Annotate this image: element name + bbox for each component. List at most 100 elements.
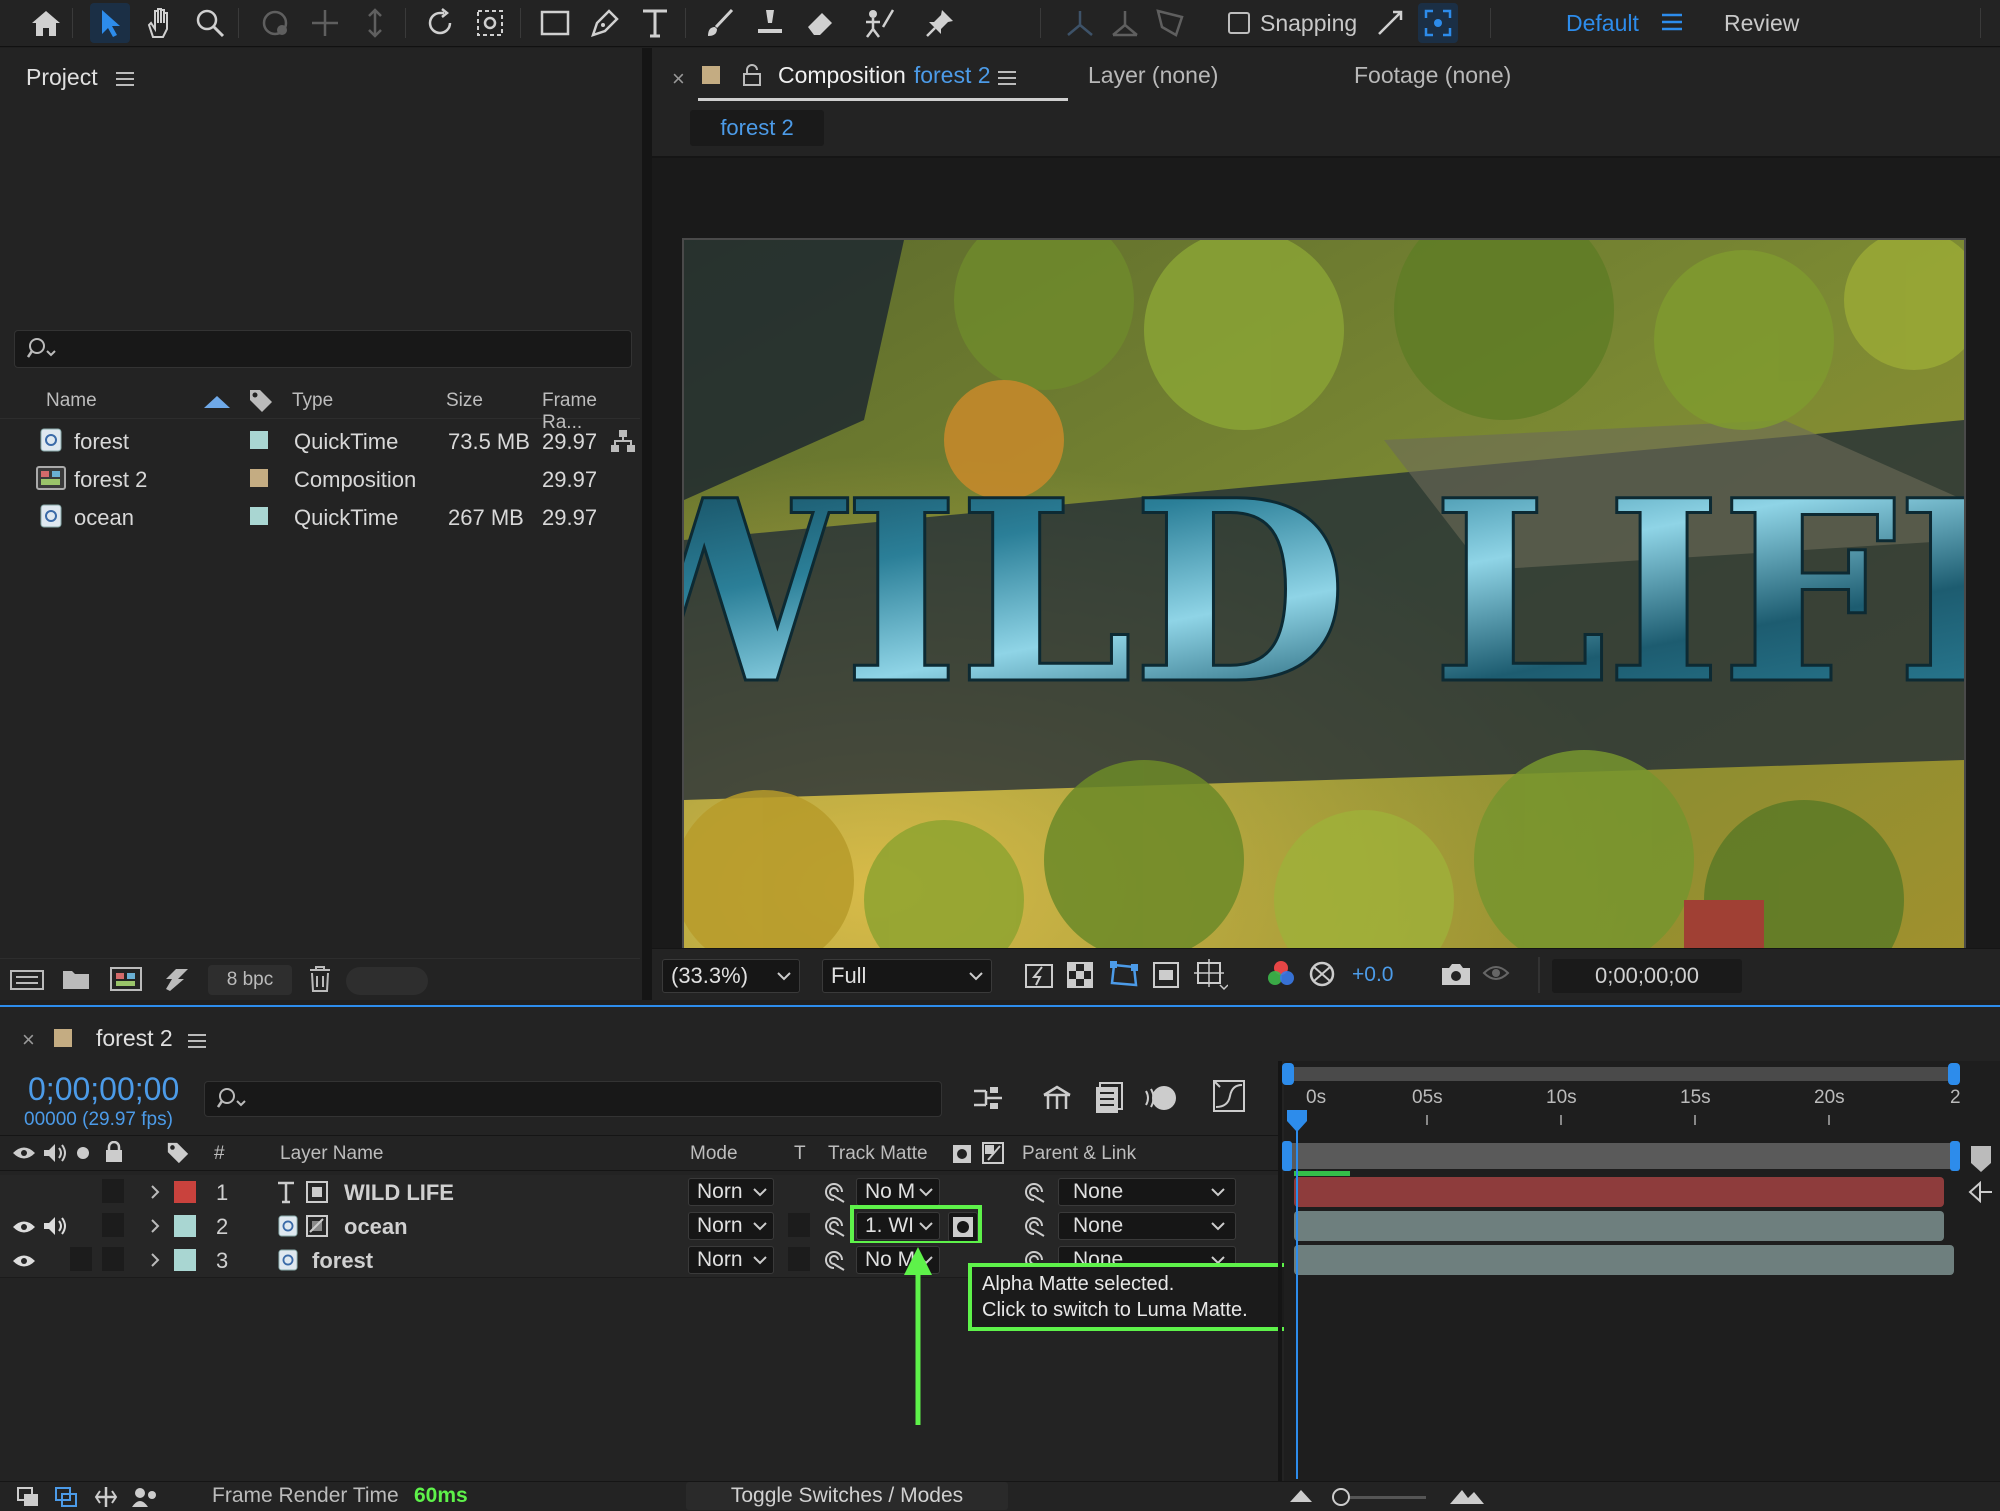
label-tag-icon[interactable] <box>166 1141 190 1165</box>
new-folder-icon[interactable] <box>62 967 90 991</box>
selection-tool-icon[interactable] <box>90 3 130 43</box>
channels-icon[interactable] <box>1266 959 1296 991</box>
local-axis-mode-icon[interactable] <box>1060 3 1100 43</box>
magnification-dropdown[interactable]: (33.3%) <box>662 959 800 993</box>
render-time-pane-icon[interactable] <box>130 1485 158 1509</box>
show-snapshot-icon[interactable] <box>1480 959 1512 987</box>
transparency-grid-icon[interactable] <box>1066 961 1094 989</box>
solo-switch[interactable] <box>70 1247 92 1271</box>
layer-bar-1[interactable] <box>1294 1177 1944 1207</box>
parent-pickwhip-icon[interactable] <box>1022 1214 1046 1238</box>
project-item-forest-2[interactable]: forest 2 Composition 29.97 <box>0 459 640 497</box>
audio-header-icon[interactable] <box>42 1142 68 1164</box>
flowchart-icon[interactable] <box>610 429 636 453</box>
label-color-swatch[interactable] <box>250 431 268 449</box>
layer-label-swatch[interactable] <box>174 1181 196 1203</box>
snapping-options-icon[interactable] <box>1370 3 1410 43</box>
dolly-camera-icon[interactable] <box>355 3 395 43</box>
blend-mode-dropdown[interactable]: Norn <box>688 1178 774 1206</box>
rotation-tool-icon[interactable] <box>420 3 460 43</box>
roto-brush-tool-icon[interactable] <box>860 3 900 43</box>
close-tab-icon[interactable]: × <box>672 66 685 92</box>
tab-footage[interactable]: Footage (none) <box>1354 62 1511 89</box>
hand-tool-icon[interactable] <box>140 3 180 43</box>
snapshot-camera-icon[interactable] <box>1440 961 1472 987</box>
project-item-ocean[interactable]: ocean QuickTime 267 MB 29.97 <box>0 497 640 535</box>
puppet-pin-tool-icon[interactable] <box>920 3 960 43</box>
tab-composition[interactable]: Composition forest 2 <box>778 62 991 89</box>
lock-switch[interactable] <box>102 1247 124 1271</box>
toggle-switches-modes-button[interactable]: Toggle Switches / Modes <box>686 1482 1008 1510</box>
layer-row-2[interactable]: 2 ocean Norn 1. WI None <box>0 1205 1282 1245</box>
resolution-dropdown[interactable]: Full <box>822 959 992 993</box>
snapping-checkbox[interactable] <box>1228 12 1250 34</box>
tab-layer[interactable]: Layer (none) <box>1088 62 1218 89</box>
reset-exposure-icon[interactable] <box>1308 959 1336 989</box>
timeline-current-time[interactable]: 0;00;00;00 <box>28 1071 179 1108</box>
snapping-toggle[interactable]: Snapping <box>1228 8 1357 38</box>
composition-frame[interactable]: WILD LIFE <box>682 238 1966 962</box>
comp-breadcrumb[interactable]: forest 2 <box>690 110 824 146</box>
eye-icon[interactable] <box>12 1219 36 1235</box>
layer-name[interactable]: WILD LIFE <box>344 1180 454 1206</box>
new-composition-icon[interactable] <box>110 965 142 993</box>
sort-ascending-icon[interactable] <box>204 394 230 408</box>
timeline-divider[interactable] <box>1278 1061 1282 1481</box>
adobe-media-encoder-icon[interactable] <box>162 965 190 993</box>
project-scroll-slider[interactable] <box>346 967 428 995</box>
eye-icon[interactable] <box>12 1253 36 1269</box>
speaker-icon[interactable] <box>42 1215 68 1237</box>
draft-3d-icon[interactable] <box>1040 1081 1074 1115</box>
transfer-controls-pane-icon[interactable] <box>54 1486 78 1508</box>
timeline-comp-tab[interactable]: forest 2 <box>96 1025 173 1052</box>
fast-previews-icon[interactable] <box>1024 961 1054 989</box>
guide-options-icon[interactable] <box>1194 959 1228 991</box>
column-layer-name[interactable]: Layer Name <box>280 1143 384 1165</box>
work-area-start[interactable] <box>1282 1141 1292 1171</box>
chevron-right-icon[interactable] <box>150 1185 160 1199</box>
orbit-camera-icon[interactable] <box>255 3 295 43</box>
time-navigator-bar[interactable] <box>1284 1067 1954 1081</box>
layer-label-swatch[interactable] <box>174 1215 196 1237</box>
in-out-duration-pane-icon[interactable] <box>94 1485 118 1509</box>
column-size[interactable]: Size <box>446 390 483 412</box>
time-ruler[interactable]: 0s 05s 10s 15s 20s 2 <box>1284 1085 1984 1129</box>
track-matte-pickwhip-icon[interactable] <box>822 1180 846 1204</box>
panel-divider[interactable] <box>642 48 652 1000</box>
eraser-tool-icon[interactable] <box>800 3 840 43</box>
composition-panel-menu-icon[interactable] <box>998 70 1016 86</box>
blend-mode-dropdown[interactable]: Norn <box>688 1212 774 1240</box>
brush-tool-icon[interactable] <box>700 3 740 43</box>
graph-editor-icon[interactable] <box>1212 1079 1246 1113</box>
layer-bar-3[interactable] <box>1294 1245 1954 1275</box>
motion-blur-icon[interactable] <box>1144 1081 1178 1115</box>
frame-blending-icon[interactable] <box>1094 1081 1124 1115</box>
pen-tool-icon[interactable] <box>585 3 625 43</box>
label-tag-icon[interactable] <box>248 388 274 414</box>
parent-dropdown[interactable]: None <box>1058 1178 1236 1206</box>
region-of-interest-icon[interactable] <box>1152 961 1180 989</box>
time-graph[interactable]: 0s 05s 10s 15s 20s 2 <box>1282 1061 2000 1481</box>
type-tool-icon[interactable] <box>635 3 675 43</box>
navigator-end-handle[interactable] <box>1948 1063 1960 1085</box>
layer-label-swatch[interactable] <box>174 1249 196 1271</box>
label-color-swatch[interactable] <box>250 469 268 487</box>
rectangle-tool-icon[interactable] <box>535 3 575 43</box>
track-matte-pickwhip-icon[interactable] <box>822 1214 846 1238</box>
project-bit-depth[interactable]: 8 bpc <box>208 965 292 995</box>
track-matte-dropdown[interactable]: No M <box>856 1178 940 1206</box>
clone-stamp-tool-icon[interactable] <box>750 3 790 43</box>
lock-switch[interactable] <box>102 1179 124 1203</box>
layer-in-point-icon[interactable] <box>1968 1181 1994 1203</box>
layer-bar-2[interactable] <box>1294 1211 1944 1241</box>
timeline-zoom-thumb[interactable] <box>1332 1488 1350 1506</box>
world-axis-mode-icon[interactable] <box>1105 3 1145 43</box>
workspace-review[interactable]: Review <box>1724 10 1799 37</box>
project-item-forest[interactable]: forest QuickTime 73.5 MB 29.97 <box>0 421 640 459</box>
project-panel-menu-icon[interactable] <box>116 71 134 87</box>
close-timeline-tab-icon[interactable]: × <box>22 1027 35 1053</box>
timeline-search-input[interactable] <box>204 1081 942 1117</box>
anchor-point-tool-icon[interactable] <box>470 3 510 43</box>
zoom-tool-icon[interactable] <box>190 3 230 43</box>
column-name[interactable]: Name <box>46 390 97 412</box>
